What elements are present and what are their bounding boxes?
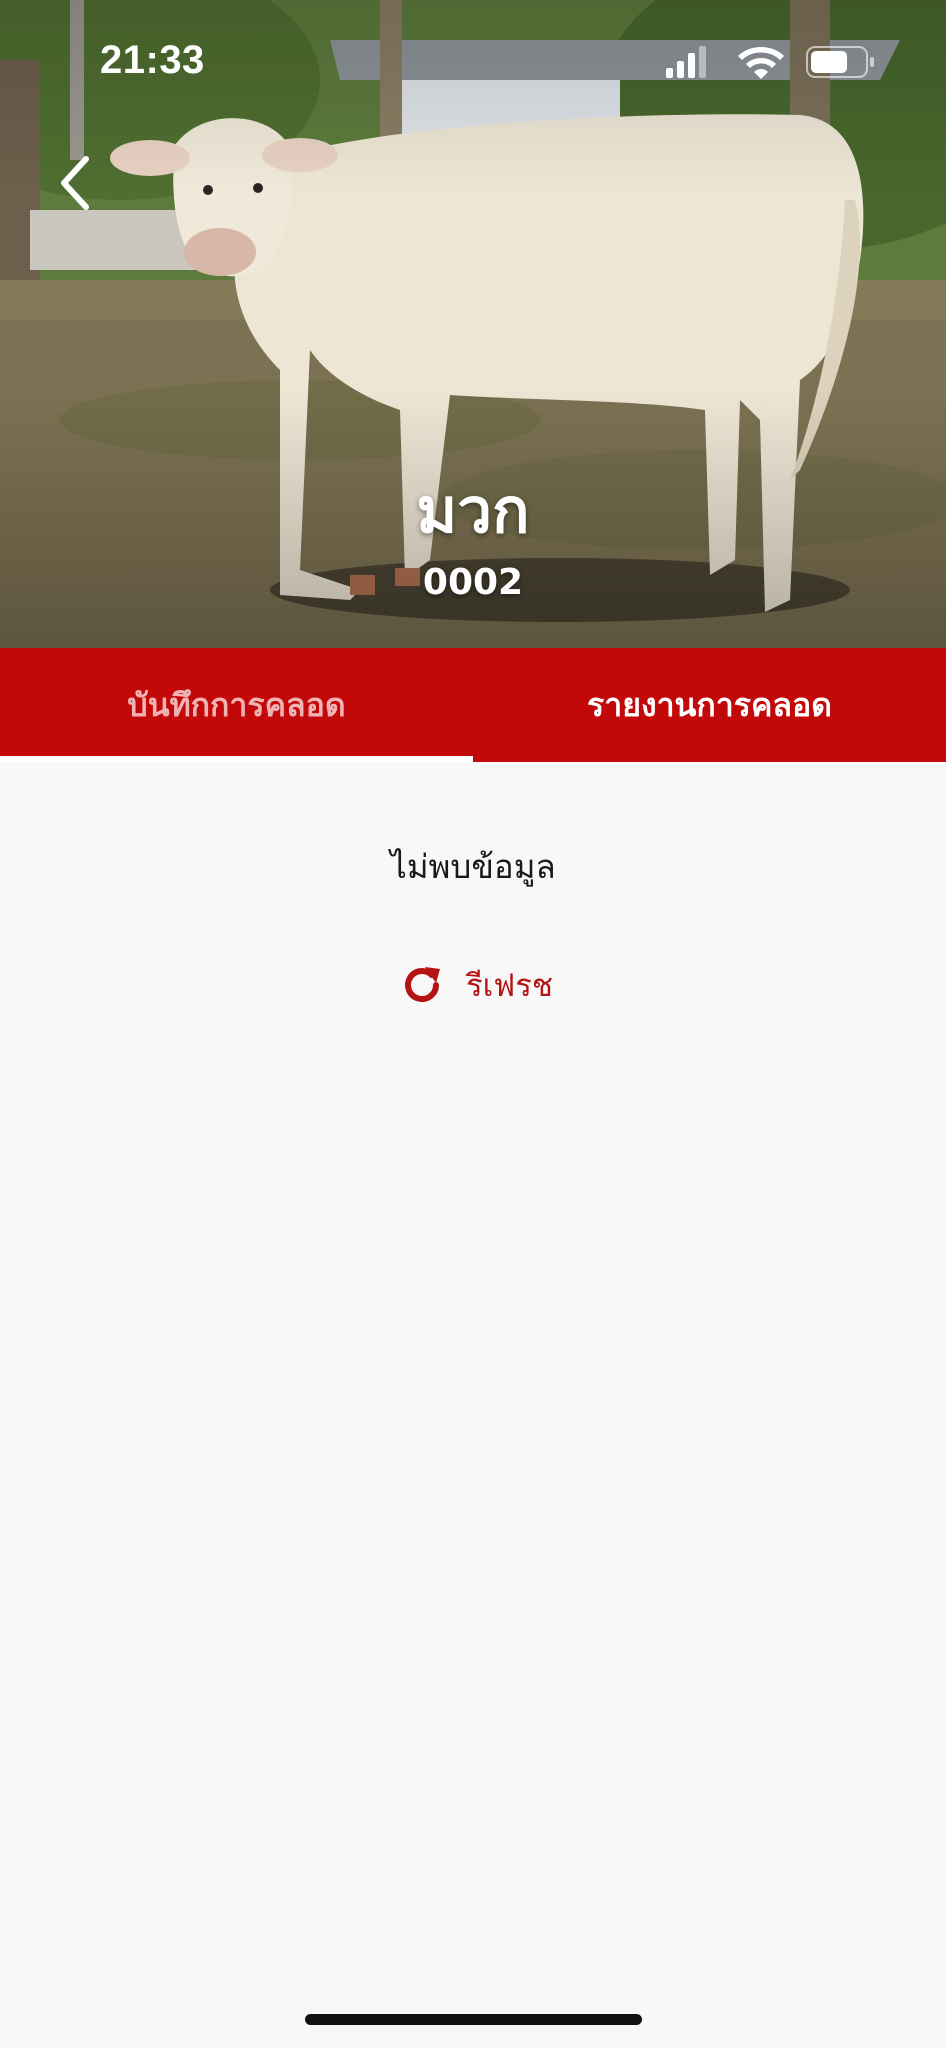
empty-message: ไม่พบข้อมูล: [390, 847, 556, 886]
tab-birth-report-label: รายงานการคลอด: [587, 685, 832, 724]
screen: 21:33 มวก 0002 บันทึกการคลอด รายงานการคล…: [0, 0, 946, 2048]
refresh-label: รีเฟรช: [466, 968, 553, 1004]
status-time: 21:33: [100, 38, 205, 82]
chevron-left-icon: [61, 156, 89, 210]
tab-birth-report[interactable]: รายงานการคลอด: [473, 648, 946, 762]
tab-birth-record[interactable]: บันทึกการคลอด: [0, 648, 473, 762]
wifi-icon: [738, 47, 784, 79]
animal-id: 0002: [422, 562, 524, 603]
tab-birth-record-label: บันทึกการคลอด: [127, 685, 346, 724]
status-icons: [666, 46, 874, 79]
tab-bar: บันทึกการคลอด รายงานการคลอด: [0, 648, 946, 762]
tab-indicator: [0, 756, 473, 762]
header-photo: 21:33 มวก 0002: [0, 0, 946, 648]
animal-name: มวก: [416, 474, 530, 547]
cellular-signal-icon: [666, 46, 706, 78]
refresh-icon: [405, 967, 440, 1002]
battery-icon: [806, 46, 874, 78]
home-indicator: [305, 2014, 642, 2025]
back-button[interactable]: [44, 148, 104, 218]
refresh-button[interactable]: รีเฟรช: [398, 955, 553, 1015]
